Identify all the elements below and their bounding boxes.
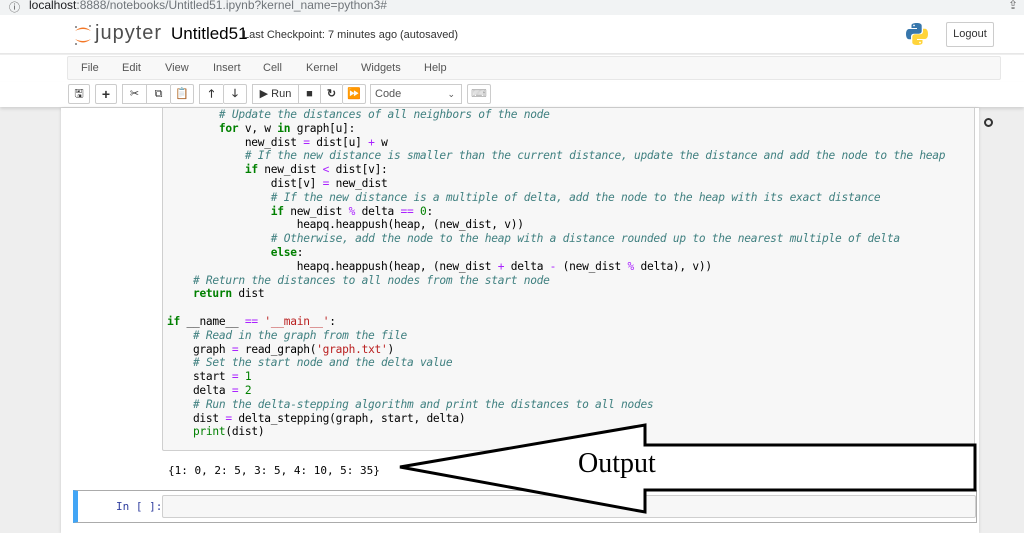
jupyter-logo-text[interactable]: jupyter xyxy=(95,22,162,45)
menu-bar: File Edit View Insert Cell Kernel Widget… xyxy=(0,55,1024,131)
toolbar: 🖫 + ✂ ⧉ 📋 🡑 🡓 ▶ Run ■ ↻ ⏩ Code ⌄ ⌨ xyxy=(0,82,1024,107)
save-button[interactable]: 🖫 xyxy=(68,84,90,104)
notebook-container: # Update the distances of all neighbors … xyxy=(61,108,979,533)
cell-prompt: In [ ]: xyxy=(116,500,163,513)
menu-cell[interactable]: Cell xyxy=(263,62,282,74)
kernel-idle-icon xyxy=(984,118,993,127)
menu-bar-container: File Edit View Insert Cell Kernel Widget… xyxy=(67,56,1001,80)
cut-button[interactable]: ✂ xyxy=(122,84,146,104)
menu-file[interactable]: File xyxy=(81,62,99,74)
url-text[interactable]: localhost:8888/notebooks/Untitled51.ipyn… xyxy=(29,0,387,12)
autosave-status: (autosaved) xyxy=(400,29,459,41)
cell-type-select[interactable]: Code ⌄ xyxy=(370,84,462,104)
python-logo-icon xyxy=(906,23,928,45)
cut-icon: ✂ xyxy=(129,88,140,100)
chevron-down-icon: ⌄ xyxy=(447,89,455,99)
jupyter-logo-icon[interactable] xyxy=(72,23,94,47)
menu-kernel[interactable]: Kernel xyxy=(306,62,338,74)
run-label: Run xyxy=(271,88,292,100)
run-icon: ▶ xyxy=(259,88,269,100)
browser-address-bar[interactable]: ⓘ localhost:8888/notebooks/Untitled51.ip… xyxy=(0,0,1024,15)
info-icon[interactable]: ⓘ xyxy=(9,0,20,15)
menu-edit[interactable]: Edit xyxy=(122,62,141,74)
run-button[interactable]: ▶ Run xyxy=(252,84,298,104)
empty-cell-input[interactable] xyxy=(162,495,976,518)
stop-button[interactable]: ■ xyxy=(298,84,320,104)
logout-button[interactable]: Logout xyxy=(946,22,994,47)
copy-button[interactable]: ⧉ xyxy=(146,84,170,104)
code-cell-input[interactable]: # Update the distances of all neighbors … xyxy=(162,108,975,451)
save-icon: 🖫 xyxy=(74,88,84,100)
restart-run-all-button[interactable]: ⏩ xyxy=(342,84,366,104)
paste-icon: 📋 xyxy=(175,88,189,100)
share-icon[interactable]: ⇪ xyxy=(1008,0,1018,12)
keyboard-icon: ⌨ xyxy=(471,88,487,100)
cell-type-value: Code xyxy=(375,88,402,100)
code-editor[interactable]: # Update the distances of all neighbors … xyxy=(167,108,946,439)
cell-output: {1: 0, 2: 5, 3: 5, 4: 10, 5: 35} xyxy=(168,464,380,477)
move-down-icon: 🡓 xyxy=(232,88,238,100)
notebook-title[interactable]: Untitled51 xyxy=(171,24,248,44)
command-palette-button[interactable]: ⌨ xyxy=(467,84,491,104)
add-cell-button[interactable]: + xyxy=(95,84,117,104)
empty-code-cell[interactable]: In [ ]: xyxy=(73,490,977,523)
copy-icon: ⧉ xyxy=(154,88,163,100)
menu-help[interactable]: Help xyxy=(424,62,447,74)
move-up-button[interactable]: 🡑 xyxy=(199,84,223,104)
url-host: localhost xyxy=(29,0,77,12)
menu-insert[interactable]: Insert xyxy=(213,62,241,74)
menu-widgets[interactable]: Widgets xyxy=(361,62,401,74)
restart-icon: ↻ xyxy=(326,88,337,100)
arrow-label: Output xyxy=(578,448,656,479)
paste-button[interactable]: 📋 xyxy=(170,84,194,104)
url-path: :8888/notebooks/Untitled51.ipynb?kernel_… xyxy=(76,0,387,12)
fast-forward-icon: ⏩ xyxy=(347,88,361,100)
menu-view[interactable]: View xyxy=(165,62,189,74)
checkpoint-status: Last Checkpoint: 7 minutes ago xyxy=(243,29,398,41)
move-down-button[interactable]: 🡓 xyxy=(223,84,247,104)
add-cell-icon: + xyxy=(101,86,111,102)
stop-icon: ■ xyxy=(306,88,313,100)
restart-button[interactable]: ↻ xyxy=(320,84,342,104)
notebook-header: jupyter Untitled51 Last Checkpoint: 7 mi… xyxy=(0,15,1024,54)
move-up-icon: 🡑 xyxy=(208,88,215,100)
